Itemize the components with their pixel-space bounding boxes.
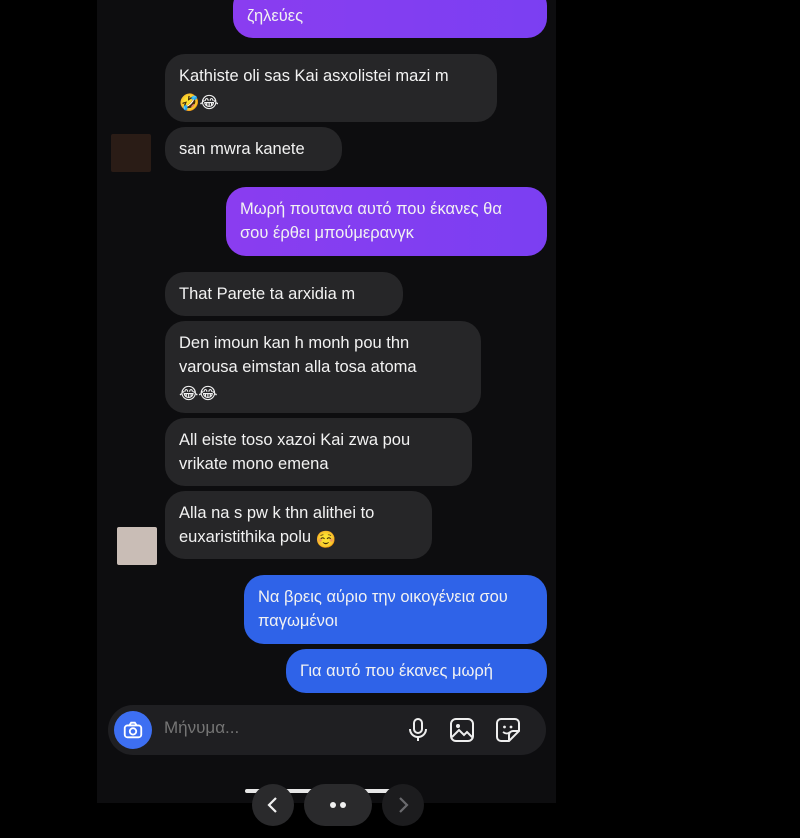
message-outgoing[interactable]: ζηλεύες	[233, 0, 547, 38]
camera-icon	[123, 721, 143, 739]
chevron-left-icon	[267, 797, 277, 813]
sticker-icon	[496, 718, 520, 742]
message-text: That Parete ta arxidia m	[179, 285, 356, 303]
gallery-button[interactable]	[448, 716, 476, 744]
smiling-emoji: ☺️	[315, 531, 337, 549]
image-icon	[450, 718, 474, 742]
message-text: ζηλεύες	[247, 7, 304, 25]
message-text: san mwra kanete	[179, 140, 305, 158]
more-button[interactable]	[304, 784, 372, 826]
chevron-right-icon	[399, 797, 409, 813]
laughing-emoji: 😂😂	[179, 385, 218, 403]
message-composer	[108, 705, 546, 755]
message-text: Kathiste oli sas Kai asxolistei mazi m	[179, 67, 449, 85]
message-outgoing[interactable]: Μωρή πουτανα αυτό που έκανες θα σου έρθε…	[226, 187, 547, 256]
microphone-icon	[409, 718, 427, 741]
message-outgoing[interactable]: Να βρεις αύριο την οικογένεια σου παγωμέ…	[244, 575, 547, 644]
message-text: Για αυτό που έκανες μωρή	[300, 662, 493, 680]
message-incoming[interactable]: All eiste toso xazoi Kai zwa pou vrikate…	[165, 418, 472, 486]
message-incoming[interactable]: Alla na s pw k thn alithei to euxaristit…	[165, 491, 432, 559]
message-text: Alla na s pw k thn alithei to euxaristit…	[179, 504, 375, 546]
message-text: Μωρή πουτανα αυτό που έκανες θα σου έρθε…	[240, 200, 502, 242]
message-incoming[interactable]: That Parete ta arxidia m	[165, 272, 403, 316]
message-incoming[interactable]: Den imoun kan h monh pou thn varousa eim…	[165, 321, 481, 413]
message-text: Den imoun kan h monh pou thn varousa eim…	[179, 334, 417, 376]
avatar[interactable]	[117, 527, 157, 565]
message-incoming[interactable]: san mwra kanete	[165, 127, 342, 171]
laughing-emoji: 🤣😂	[179, 94, 219, 112]
message-incoming[interactable]: Kathiste oli sas Kai asxolistei mazi m 🤣…	[165, 54, 497, 122]
message-text: All eiste toso xazoi Kai zwa pou vrikate…	[179, 431, 411, 473]
message-outgoing[interactable]: Για αυτό που έκανες μωρή	[286, 649, 547, 693]
sticker-button[interactable]	[494, 716, 522, 744]
camera-button[interactable]	[114, 711, 152, 749]
back-button[interactable]	[252, 784, 294, 826]
microphone-button[interactable]	[404, 716, 432, 744]
avatar[interactable]	[111, 134, 151, 172]
message-text: Να βρεις αύριο την οικογένεια σου παγωμέ…	[258, 588, 508, 630]
dots-icon	[330, 802, 346, 808]
message-input[interactable]	[164, 718, 384, 738]
forward-button[interactable]	[382, 784, 424, 826]
